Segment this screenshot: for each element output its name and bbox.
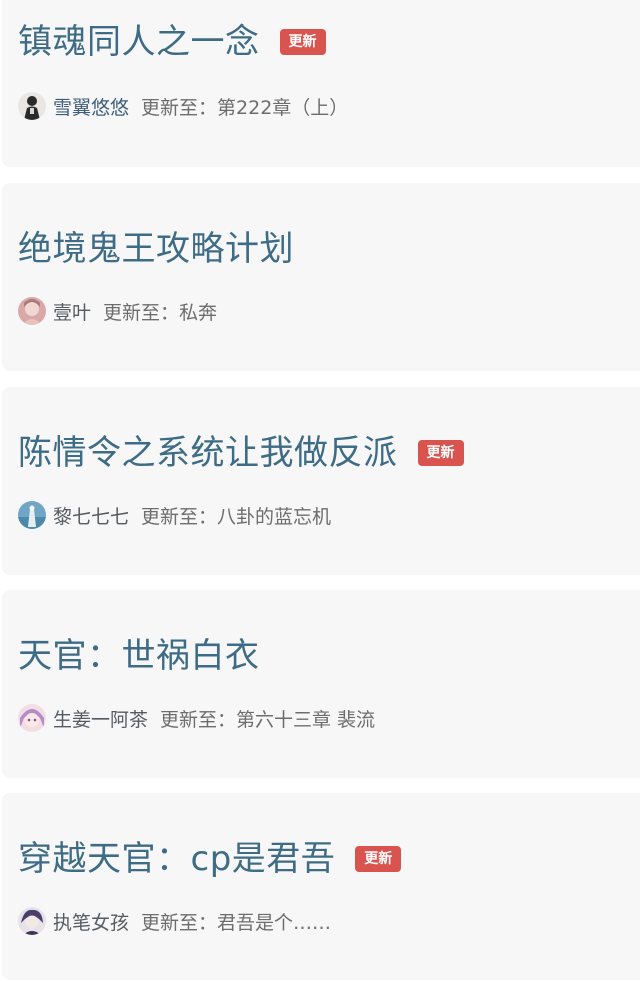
meta-row: 生姜一阿茶 更新至：第六十三章 裴流 [18,704,375,732]
novel-title[interactable]: 镇魂同人之一念 [18,20,260,64]
novel-card[interactable]: 天官：世祸白衣 生姜一阿茶 更新至：第六十三章 裴流 [2,590,640,778]
novel-card[interactable]: 陈情令之系统让我做反派 更新 黎七七七 更新至：八卦的蓝忘机 [2,387,640,575]
latest-chapter[interactable]: 更新至：第六十三章 裴流 [160,705,375,732]
novel-title[interactable]: 天官：世祸白衣 [18,634,260,678]
novel-card[interactable]: 镇魂同人之一念 更新 雪翼悠悠 更新至：第222章（上） [2,0,640,167]
dark-figure-avatar-icon[interactable] [18,92,46,120]
meta-row: 黎七七七 更新至：八卦的蓝忘机 [18,501,331,529]
novel-card[interactable]: 穿越天官：cp是君吾 更新 执笔女孩 更新至：君吾是个…… [2,793,640,980]
title-row: 穿越天官：cp是君吾 更新 [18,837,402,881]
meta-row: 雪翼悠悠 更新至：第222章（上） [18,92,348,120]
anime-boy-avatar-icon[interactable] [18,907,46,935]
update-badge: 更新 [417,440,464,466]
novel-title[interactable]: 绝境鬼王攻略计划 [18,227,294,271]
author-name[interactable]: 执笔女孩 [53,908,129,935]
pink-portrait-avatar-icon[interactable] [18,297,46,325]
novel-card[interactable]: 绝境鬼王攻略计划 壹叶 更新至：私奔 [2,183,640,371]
author-name[interactable]: 生姜一阿茶 [53,705,148,732]
blue-scene-avatar-icon[interactable] [18,501,46,529]
update-badge: 更新 [279,29,326,55]
latest-chapter[interactable]: 更新至：私奔 [103,298,217,325]
latest-chapter[interactable]: 更新至：君吾是个…… [141,908,331,935]
title-row: 绝境鬼王攻略计划 [18,227,294,271]
latest-chapter[interactable]: 更新至：八卦的蓝忘机 [141,502,331,529]
anime-girl-avatar-icon[interactable] [18,704,46,732]
novel-title[interactable]: 陈情令之系统让我做反派 [18,431,398,475]
author-name[interactable]: 黎七七七 [53,502,129,529]
meta-row: 壹叶 更新至：私奔 [18,297,217,325]
novel-title[interactable]: 穿越天官：cp是君吾 [18,837,335,881]
title-row: 天官：世祸白衣 [18,634,260,678]
latest-chapter[interactable]: 更新至：第222章（上） [141,93,348,120]
author-name[interactable]: 壹叶 [53,298,91,325]
title-row: 镇魂同人之一念 更新 [18,20,326,64]
meta-row: 执笔女孩 更新至：君吾是个…… [18,907,331,935]
novel-list: 镇魂同人之一念 更新 雪翼悠悠 更新至：第222章（上） 绝境鬼王攻略计划 壹叶… [0,0,640,981]
author-name[interactable]: 雪翼悠悠 [53,93,129,120]
update-badge: 更新 [355,846,402,872]
title-row: 陈情令之系统让我做反派 更新 [18,431,464,475]
